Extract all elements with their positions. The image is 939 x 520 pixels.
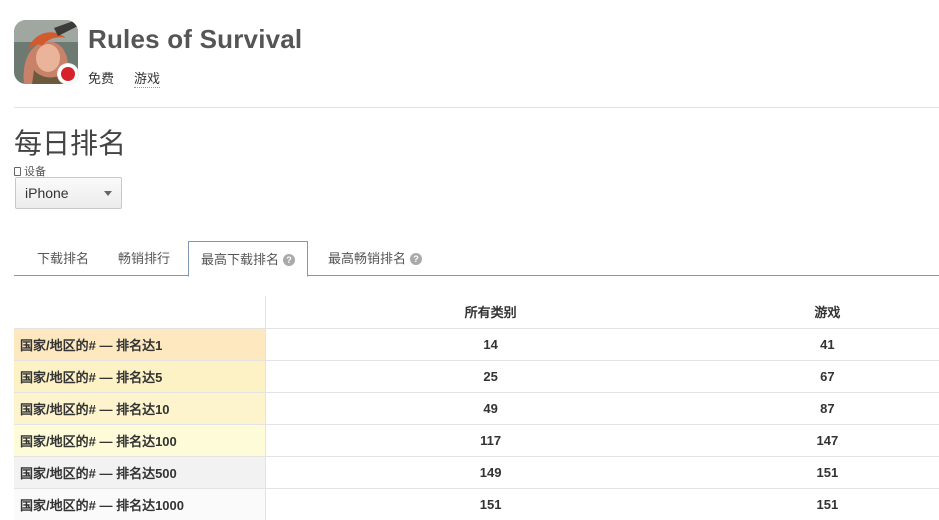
rank-value-all: 151 (265, 488, 716, 520)
tab-top-downloads-rank[interactable]: 最高下载排名? (188, 241, 309, 277)
row-label: 国家/地区的# — 排名达1000 (14, 488, 266, 520)
tab-top-grossing-rank[interactable]: 最高畅销排名? (328, 241, 423, 276)
rank-table: 所有类别 游戏 国家/地区的# — 排名达1 14 41 国家/地区的# — 排… (14, 296, 939, 520)
row-label: 国家/地区的# — 排名达10 (14, 392, 266, 425)
table-row: 国家/地区的# — 排名达10 49 87 (14, 392, 939, 425)
rank-value-all: 14 (265, 328, 716, 361)
row-label: 国家/地区的# — 排名达5 (14, 360, 266, 393)
app-price: 免费 (88, 71, 115, 86)
device-icon (14, 166, 21, 176)
table-row: 国家/地区的# — 排名达5 25 67 (14, 360, 939, 393)
row-label: 国家/地区的# — 排名达500 (14, 456, 266, 489)
device-select[interactable]: iPhone (15, 177, 122, 209)
help-icon[interactable]: ? (410, 252, 423, 265)
rank-value-games: 147 (715, 424, 939, 457)
column-header-all-categories: 所有类别 (265, 296, 716, 329)
table-row: 国家/地区的# — 排名达100 117 147 (14, 424, 939, 457)
netease-badge-icon (58, 64, 78, 84)
rank-value-games: 67 (715, 360, 939, 393)
rank-value-games: 151 (715, 456, 939, 489)
app-title: Rules of Survival (88, 24, 303, 54)
chevron-down-icon (104, 191, 112, 196)
rank-value-games: 87 (715, 392, 939, 425)
app-genre-link[interactable]: 游戏 (134, 68, 161, 88)
rank-value-games: 41 (715, 328, 939, 361)
ranking-tabs: 下载排名 畅销排行 最高下载排名? 最高畅销排名? (14, 241, 939, 277)
table-header-row: 所有类别 游戏 (14, 296, 939, 329)
table-row: 国家/地区的# — 排名达500 149 151 (14, 456, 939, 489)
app-tags: 免费 游戏 (88, 68, 161, 88)
table-corner-cell (14, 296, 266, 329)
rank-value-all: 25 (265, 360, 716, 393)
table-row: 国家/地区的# — 排名达1 14 41 (14, 328, 939, 361)
app-header: Rules of Survival 免费 游戏 (14, 18, 939, 108)
table-row: 国家/地区的# — 排名达1000 151 151 (14, 488, 939, 520)
tab-label: 畅销排行 (118, 251, 171, 266)
tab-label: 最高下载排名 (201, 252, 280, 267)
help-icon[interactable]: ? (283, 253, 296, 266)
rank-value-all: 117 (265, 424, 716, 457)
tab-label: 下载排名 (37, 251, 90, 266)
tab-downloads-rank[interactable]: 下载排名 (37, 241, 89, 276)
tab-grossing-rank[interactable]: 畅销排行 (118, 241, 170, 276)
device-select-value: iPhone (25, 185, 69, 201)
rank-value-all: 49 (265, 392, 716, 425)
section-title: 每日排名 (14, 128, 127, 159)
rank-value-games: 151 (715, 488, 939, 520)
column-header-games: 游戏 (715, 296, 939, 329)
tab-label: 最高畅销排名 (328, 251, 407, 266)
row-label: 国家/地区的# — 排名达100 (14, 424, 266, 457)
rank-value-all: 149 (265, 456, 716, 489)
row-label: 国家/地区的# — 排名达1 (14, 328, 266, 361)
